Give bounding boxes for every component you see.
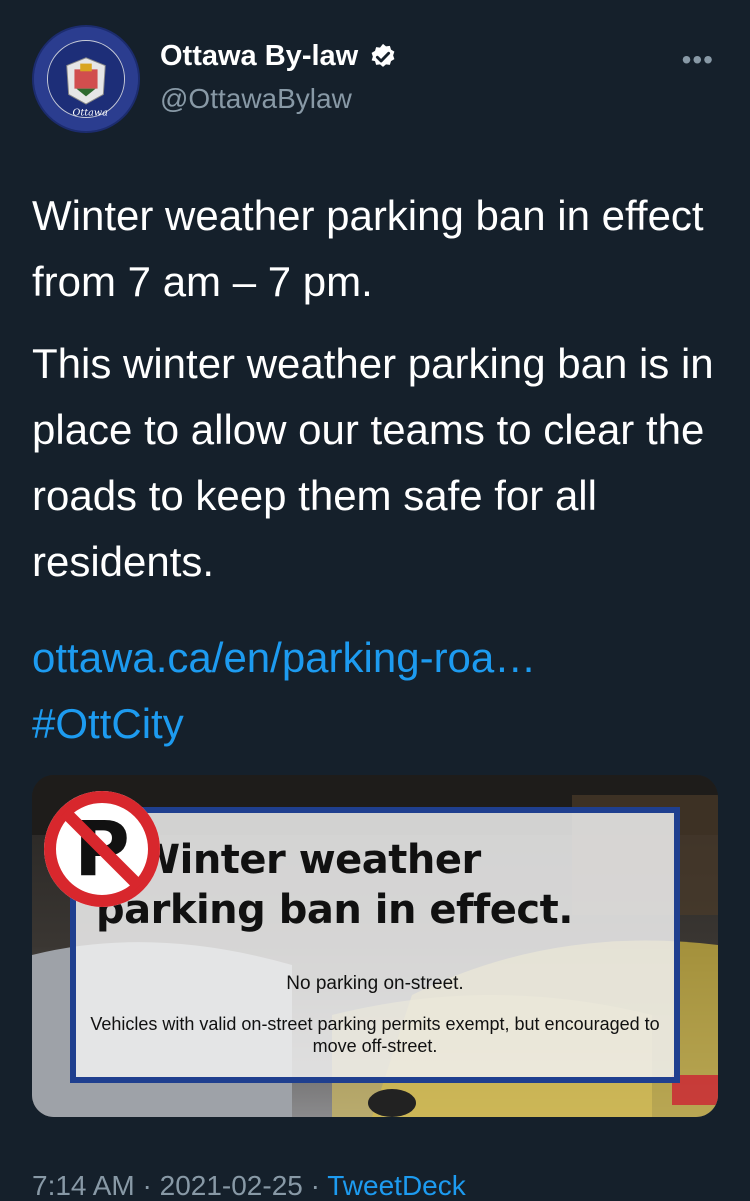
tweet-body: Winter weather parking ban in effect fro… <box>32 183 722 757</box>
display-name[interactable]: Ottawa By-law <box>160 40 358 73</box>
tweet-paragraph: Winter weather parking ban in effect fro… <box>32 192 704 305</box>
tweet-link[interactable]: ottawa.ca/en/parking-roa… <box>32 625 722 691</box>
ottawa-bylaw-badge-icon: Ottawa <box>34 27 138 131</box>
sign-headline-line2: parking ban in effect. <box>96 887 573 933</box>
sign-note-permits: Vehicles with valid on-street parking pe… <box>90 1014 660 1056</box>
sign-note-no-parking: No parking on-street. <box>286 973 464 994</box>
avatar[interactable]: Ottawa <box>32 25 140 133</box>
no-parking-icon: P <box>44 791 160 907</box>
svg-text:Ottawa: Ottawa <box>73 108 109 119</box>
handle[interactable]: @OttawaBylaw <box>160 83 352 115</box>
more-options-icon[interactable]: ••• <box>682 46 714 74</box>
hashtag-link[interactable]: #OttCity <box>32 691 722 757</box>
tweet-time[interactable]: 7:14 AM <box>32 1170 135 1201</box>
tweet-paragraph: This winter weather parking ban is in pl… <box>32 340 714 585</box>
sign-headline: Winter weather parking ban in effect. <box>96 835 666 935</box>
verified-badge-icon <box>371 43 395 67</box>
tweet-image[interactable]: Winter weather parking ban in effect. No… <box>32 775 718 1117</box>
sign-headline-line1: Winter weather <box>136 837 481 883</box>
tweet-meta: 7:14 AM · 2021-02-25 · TweetDeck <box>32 1170 466 1201</box>
tweet-source-link[interactable]: TweetDeck <box>327 1170 466 1201</box>
author-row: Ottawa By-law <box>160 40 398 73</box>
tweet: Ottawa Ottawa By-law @OttawaBylaw ••• Wi… <box>0 0 750 1201</box>
meta-separator: · <box>310 1170 320 1201</box>
meta-separator: · <box>142 1170 152 1201</box>
tweet-date[interactable]: 2021-02-25 <box>160 1170 303 1201</box>
